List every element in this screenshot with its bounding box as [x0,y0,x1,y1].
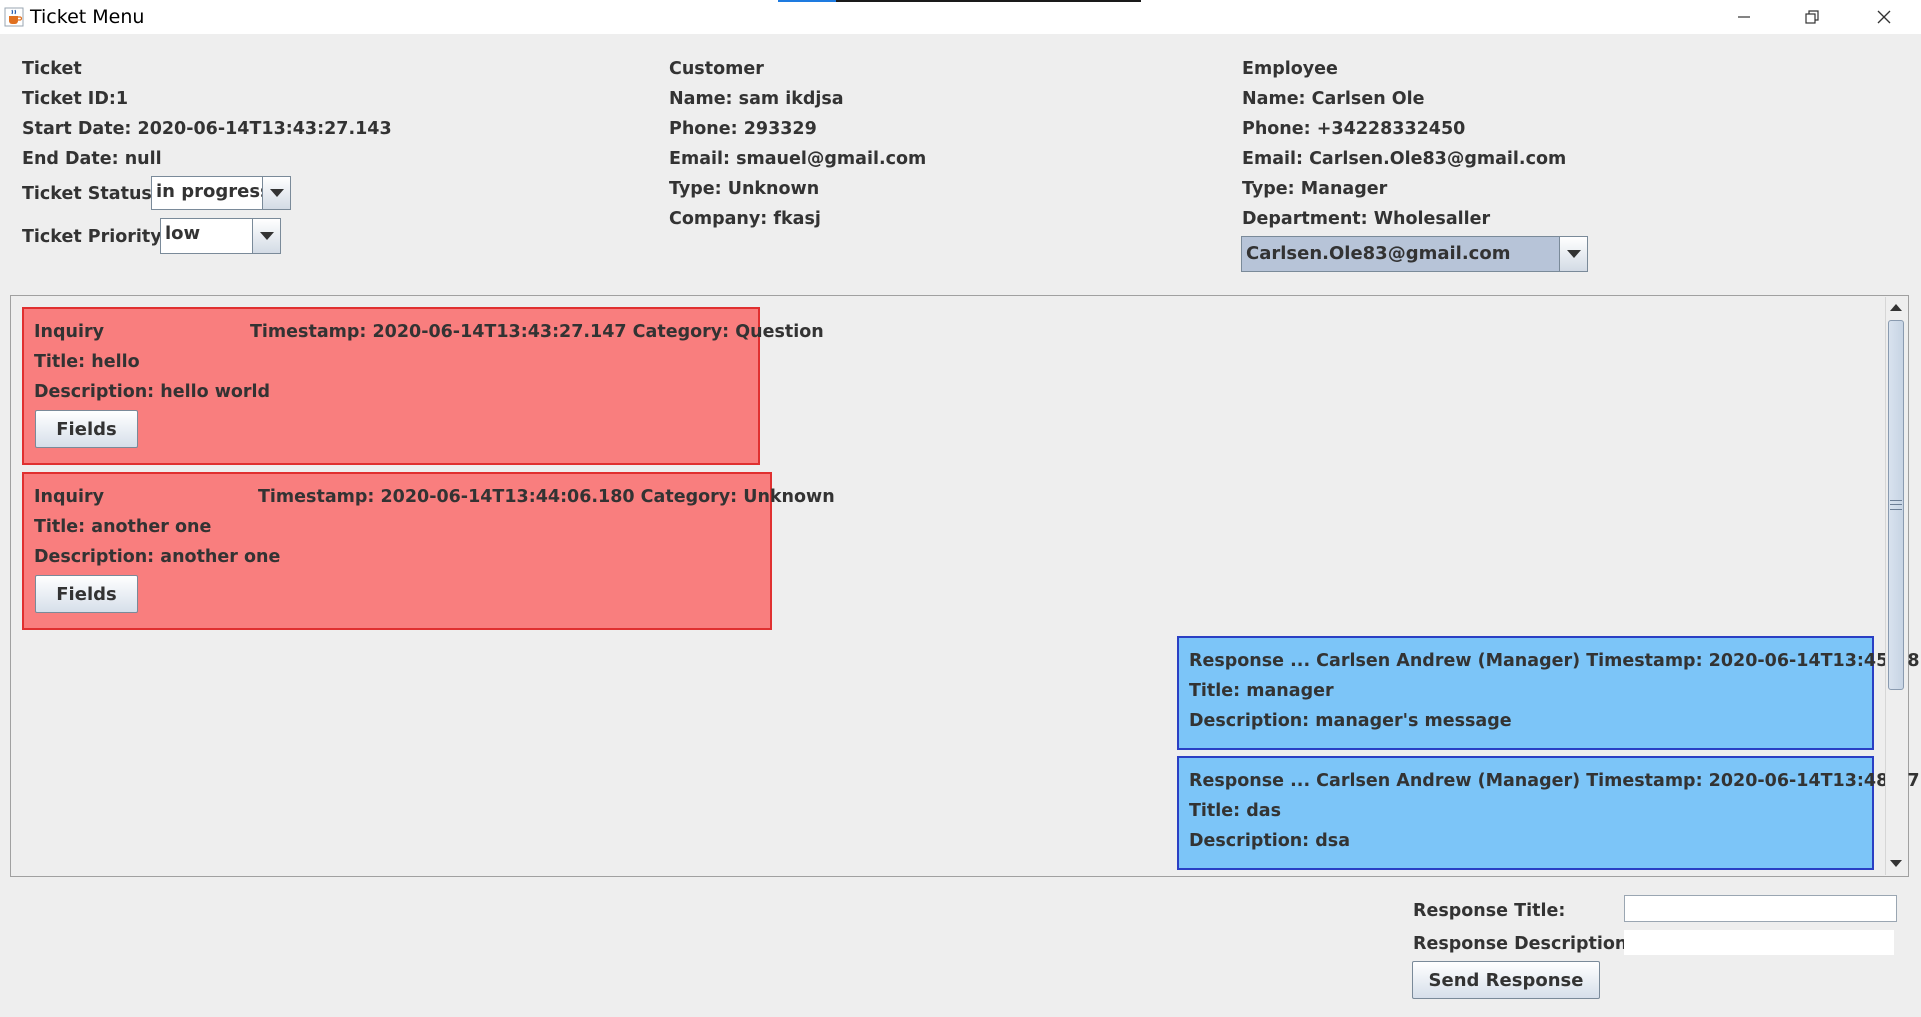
ticket-heading: Ticket [22,59,82,79]
chevron-down-icon[interactable] [262,177,290,209]
minimize-icon [1738,16,1750,18]
inquiry-meta: Timestamp: 2020-06-14T13:44:06.180 Categ… [258,487,835,507]
title-bar [0,0,1921,34]
ticket-start-date: Start Date: 2020-06-14T13:43:27.143 [22,119,392,139]
employee-heading: Employee [1242,59,1338,79]
response-card: Response ... Carlsen Andrew (Manager) Ti… [1177,636,1921,750]
restore-button[interactable] [1778,0,1846,34]
progress-fill [778,0,837,2]
response-title-label: Response Title: [1413,901,1566,921]
response-description-input[interactable] [1624,930,1894,955]
customer-phone: Phone: 293329 [669,119,817,139]
arrow-down-icon[interactable] [1886,854,1906,872]
employee-type: Type: Manager [1242,179,1388,199]
employee-email-dropdown[interactable]: Carlsen.Ole83@gmail.com [1241,236,1588,272]
inquiry-title: Title: hello [34,352,140,372]
inquiry-description: Description: another one [34,547,281,567]
ticket-priority-value: low [165,223,201,244]
response-title-input[interactable] [1624,895,1897,922]
response-header: Response ... Carlsen Andrew (Manager) Ti… [1189,771,1921,791]
response-description: Description: dsa [1189,831,1351,851]
employee-email: Email: Carlsen.Ole83@gmail.com [1242,149,1567,169]
chevron-down-icon[interactable] [1559,237,1587,271]
close-button[interactable] [1850,0,1918,34]
inquiry-meta: Timestamp: 2020-06-14T13:43:27.147 Categ… [250,322,824,342]
response-description-label: Response Description: [1413,934,1635,954]
response-card: Response ... Carlsen Andrew (Manager) Ti… [1177,756,1921,870]
inquiry-description: Description: hello world [34,382,271,402]
customer-name: Name: sam ikdjsa [669,89,844,109]
ticket-status-value: in progress [156,181,262,202]
employee-phone: Phone: +34228332450 [1242,119,1466,139]
inquiry-card: Inquiry Timestamp: 2020-06-14T13:43:27.1… [22,307,824,465]
scrollbar-grip-icon [1890,500,1902,510]
ticket-id: Ticket ID:1 [22,89,129,109]
customer-heading: Customer [669,59,764,79]
employee-email-selected: Carlsen.Ole83@gmail.com [1242,237,1559,271]
ticket-priority-label: Ticket Priority: [22,227,169,247]
customer-company: Company: fkasj [669,209,821,229]
ticket-status-label: Ticket Status: [22,184,159,204]
response-title: Title: manager [1189,681,1334,701]
inquiry-kind: Inquiry [34,322,104,342]
inquiry-card: Inquiry Timestamp: 2020-06-14T13:44:06.1… [22,472,835,630]
customer-type: Type: Unknown [669,179,820,199]
fields-button[interactable]: Fields [35,410,138,448]
java-cup-icon [4,7,24,27]
response-title: Title: das [1189,801,1282,821]
close-icon [1877,10,1891,24]
restore-icon [1805,10,1819,24]
progress-indicator [778,0,1141,2]
employee-department: Department: Wholesaller [1242,209,1491,229]
response-header: Response ... Carlsen Andrew (Manager) Ti… [1189,651,1921,671]
ticket-end-date: End Date: null [22,149,162,169]
send-response-button[interactable]: Send Response [1412,961,1600,999]
inquiry-title: Title: another one [34,517,212,537]
employee-name: Name: Carlsen Ole [1242,89,1425,109]
inquiry-kind: Inquiry [34,487,104,507]
window-title: Ticket Menu [30,6,145,28]
fields-button[interactable]: Fields [35,575,138,613]
ticket-status-dropdown[interactable]: in progress [151,176,291,210]
ticket-priority-dropdown[interactable]: low [160,218,281,254]
minimize-button[interactable] [1710,0,1778,34]
arrow-up-icon[interactable] [1886,298,1906,316]
response-description: Description: manager's message [1189,711,1512,731]
chevron-down-icon[interactable] [252,219,280,253]
customer-email: Email: smauel@gmail.com [669,149,927,169]
